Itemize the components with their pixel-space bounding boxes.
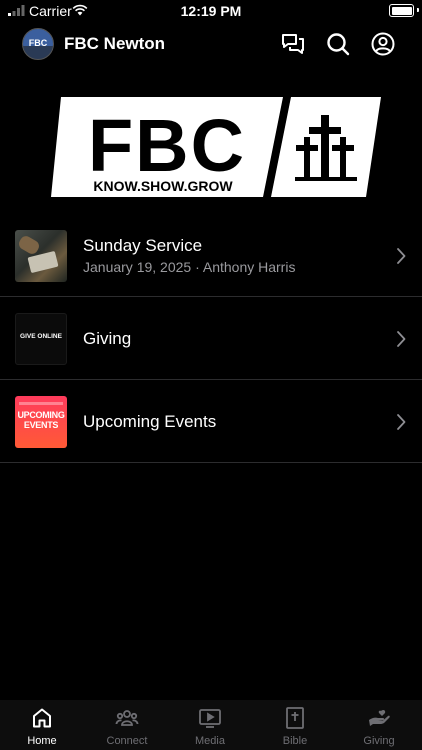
sermon-thumbnail [15, 230, 67, 282]
tab-label: Bible [282, 735, 308, 747]
chevron-right-icon [397, 331, 406, 347]
people-icon [115, 710, 139, 726]
avatar-text: FBC [28, 38, 48, 48]
clock: 12:19 PM [180, 3, 242, 19]
app-title: FBC Newton [64, 34, 166, 53]
status-bar: Carrier 12:19 PM [0, 0, 422, 22]
profile-icon[interactable] [370, 31, 396, 57]
list-item-title: Sunday Service [83, 236, 203, 255]
hand-giving-icon [369, 709, 390, 726]
tab-media[interactable]: Media [168, 706, 252, 750]
tab-label: Connect [106, 735, 148, 747]
chat-icon[interactable] [280, 31, 306, 57]
list-item-sunday-service[interactable]: Sunday Service January 19, 2025 · Anthon… [0, 214, 422, 297]
list-item-upcoming-events[interactable]: UPCOMING EVENTS Upcoming Events [0, 380, 422, 463]
banner-logo-text: FBC [88, 104, 246, 187]
chevron-right-icon [397, 248, 406, 264]
home-list: Sunday Service January 19, 2025 · Anthon… [0, 214, 422, 463]
events-thumb-text: UPCOMING EVENTS [17, 410, 65, 430]
search-icon[interactable] [325, 31, 351, 57]
app-header: FBC FBC Newton [0, 26, 422, 62]
tab-connect[interactable]: Connect [85, 706, 169, 750]
events-thumbnail: UPCOMING EVENTS [15, 396, 67, 448]
list-item-subtitle: January 19, 2025 · Anthony Harris [83, 259, 296, 275]
battery-tip [417, 8, 419, 12]
church-banner: FBC KNOW.SHOW.GROW [51, 97, 381, 197]
giving-thumb-text: GIVE ONLINE [20, 333, 62, 340]
tab-bar: Home Connect Media Bible Giving [0, 700, 422, 750]
play-icon [199, 709, 221, 728]
giving-thumbnail: GIVE ONLINE [15, 313, 67, 365]
home-icon [33, 708, 51, 728]
chevron-right-icon [397, 414, 406, 430]
tab-label: Home [27, 735, 57, 747]
tab-giving[interactable]: Giving [337, 706, 421, 750]
bible-icon [286, 707, 304, 729]
tab-label: Media [195, 735, 225, 747]
tab-label: Giving [363, 735, 395, 747]
tab-bible[interactable]: Bible [253, 706, 337, 750]
list-item-title: Giving [83, 329, 132, 348]
list-item-title: Upcoming Events [83, 412, 217, 431]
battery-icon [389, 4, 414, 17]
banner-tagline: KNOW.SHOW.GROW [93, 178, 233, 194]
tab-home[interactable]: Home [0, 706, 84, 750]
church-avatar[interactable]: FBC [22, 28, 54, 60]
list-item-giving[interactable]: GIVE ONLINE Giving [0, 297, 422, 380]
